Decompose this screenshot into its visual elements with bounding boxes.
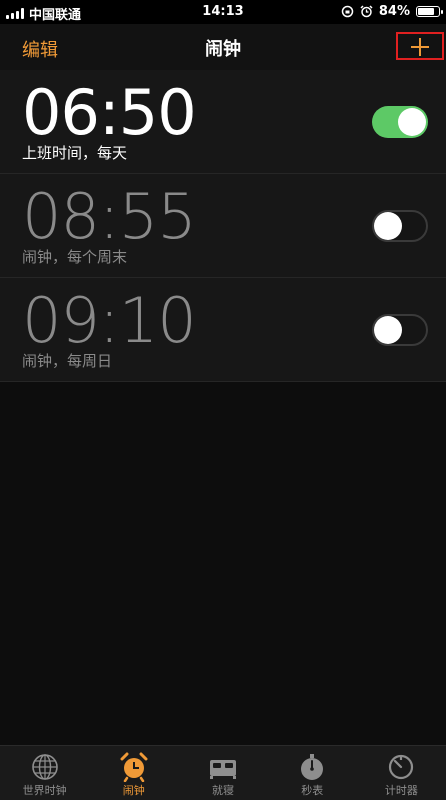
alarm-row[interactable]: 09:10 闹钟，每周日 — [0, 278, 446, 382]
tab-bedtime[interactable]: 就寝 — [178, 746, 267, 800]
rotation-lock-icon — [341, 5, 354, 18]
alarm-row[interactable]: 06:50 上班时间，每天 — [0, 70, 446, 174]
status-right: 84% — [341, 4, 443, 19]
battery-icon — [416, 6, 443, 17]
tab-timer[interactable]: 计时器 — [357, 746, 446, 800]
battery-percent: 84% — [378, 4, 410, 19]
alarm-row[interactable]: 08:55 闹钟，每个周末 — [0, 174, 446, 278]
tab-stopwatch[interactable]: 秒表 — [268, 746, 357, 800]
stopwatch-icon — [301, 754, 324, 780]
alarm-clock-icon — [120, 752, 148, 782]
tab-label: 闹钟 — [122, 784, 145, 797]
alarm-time: 06:50 — [22, 76, 197, 149]
timer-icon — [389, 754, 414, 780]
tab-label: 秒表 — [301, 784, 324, 797]
alarm-clock-icon — [360, 5, 373, 18]
page-title: 闹钟 — [205, 39, 241, 60]
tab-alarm[interactable]: 闹钟 — [89, 746, 178, 800]
tab-label: 计时器 — [384, 784, 418, 797]
globe-icon — [31, 754, 58, 780]
alarm-toggle[interactable] — [372, 210, 428, 242]
toggle-knob — [374, 316, 402, 344]
plus-icon — [411, 38, 429, 56]
alarm-label: 闹钟，每周日 — [22, 352, 113, 370]
alarm-time: 09:10 — [22, 284, 197, 357]
alarm-toggle[interactable] — [372, 106, 428, 138]
bed-icon — [210, 760, 236, 779]
add-alarm-button[interactable] — [396, 32, 444, 60]
tab-label: 就寝 — [212, 784, 234, 797]
tab-bar: 世界时钟 闹钟 就寝 秒表 计时器 — [0, 745, 446, 800]
battery-fill — [418, 8, 434, 15]
tab-world-clock[interactable]: 世界时钟 — [0, 746, 89, 800]
alarm-list: 06:50 上班时间，每天 08:55 闹钟，每个周末 09:10 闹钟，每周日 — [0, 70, 446, 382]
toggle-knob — [374, 212, 402, 240]
alarm-toggle[interactable] — [372, 314, 428, 346]
status-bar: 中国联通 14:13 84% — [0, 0, 446, 24]
alarm-label: 上班时间，每天 — [22, 144, 128, 162]
alarm-time: 08:55 — [22, 180, 197, 253]
alarm-label: 闹钟，每个周末 — [22, 248, 128, 266]
tab-label: 世界时钟 — [22, 784, 67, 797]
nav-bar: 编辑 闹钟 — [0, 24, 446, 71]
toggle-knob — [398, 108, 426, 136]
